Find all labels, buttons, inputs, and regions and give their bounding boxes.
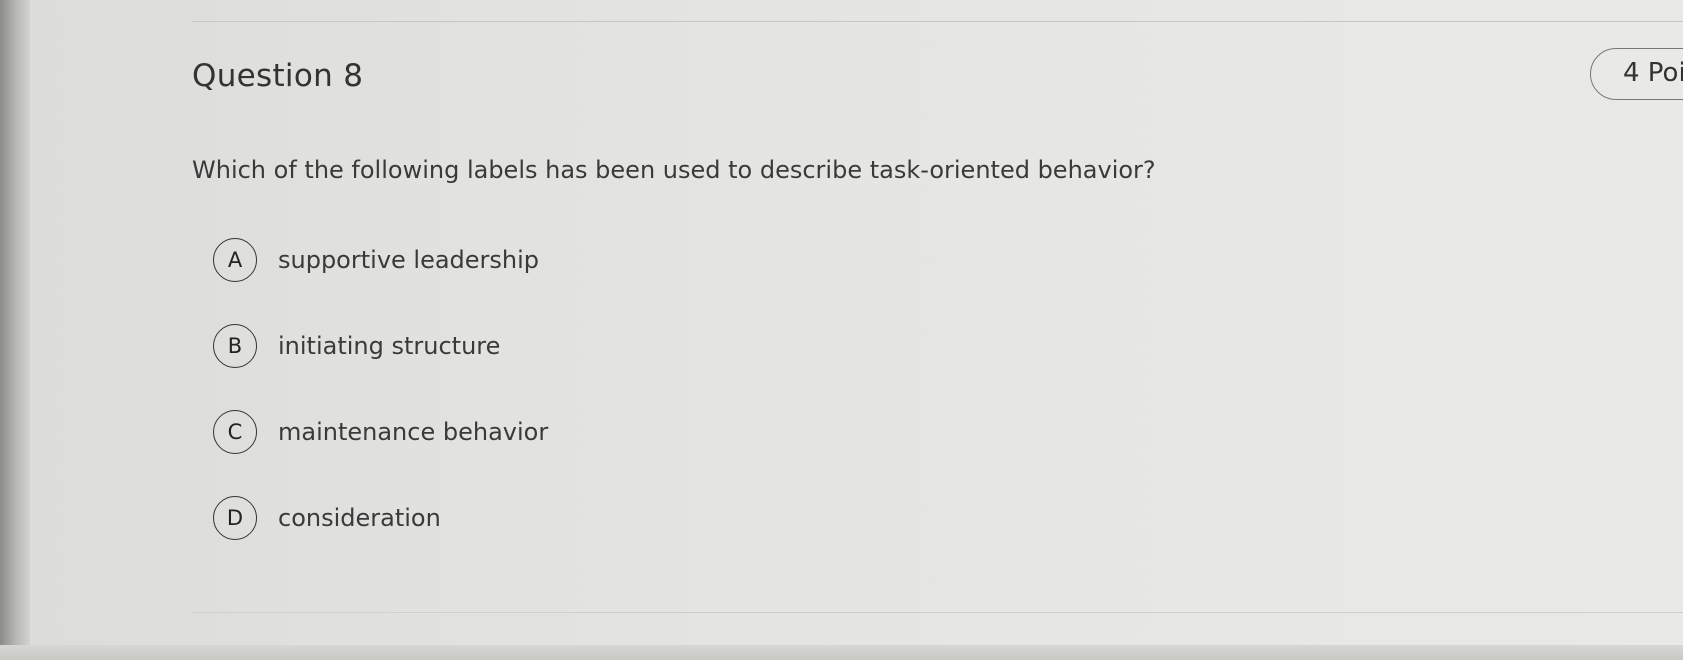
- question-title: Question 8: [192, 58, 364, 94]
- option-letter-badge: A: [213, 238, 257, 282]
- option-letter-badge: C: [213, 410, 257, 454]
- option-label: maintenance behavior: [278, 418, 549, 446]
- option-label: supportive leadership: [278, 246, 540, 274]
- screen-bezel-bottom: [0, 645, 1683, 660]
- top-divider: [192, 21, 1683, 22]
- option-letter-badge: D: [213, 496, 257, 540]
- option-letter-badge: B: [213, 324, 257, 368]
- option-label: consideration: [278, 504, 441, 532]
- question-prompt: Which of the following labels has been u…: [192, 156, 1156, 184]
- screen-bezel-left: [0, 0, 30, 660]
- option-label: initiating structure: [278, 332, 501, 360]
- option-b[interactable]: B initiating structure: [213, 323, 500, 369]
- bottom-divider: [192, 612, 1683, 613]
- points-badge: 4 Poi: [1590, 48, 1683, 100]
- option-d[interactable]: D consideration: [213, 495, 441, 541]
- option-c[interactable]: C maintenance behavior: [213, 409, 548, 455]
- option-a[interactable]: A supportive leadership: [213, 237, 539, 283]
